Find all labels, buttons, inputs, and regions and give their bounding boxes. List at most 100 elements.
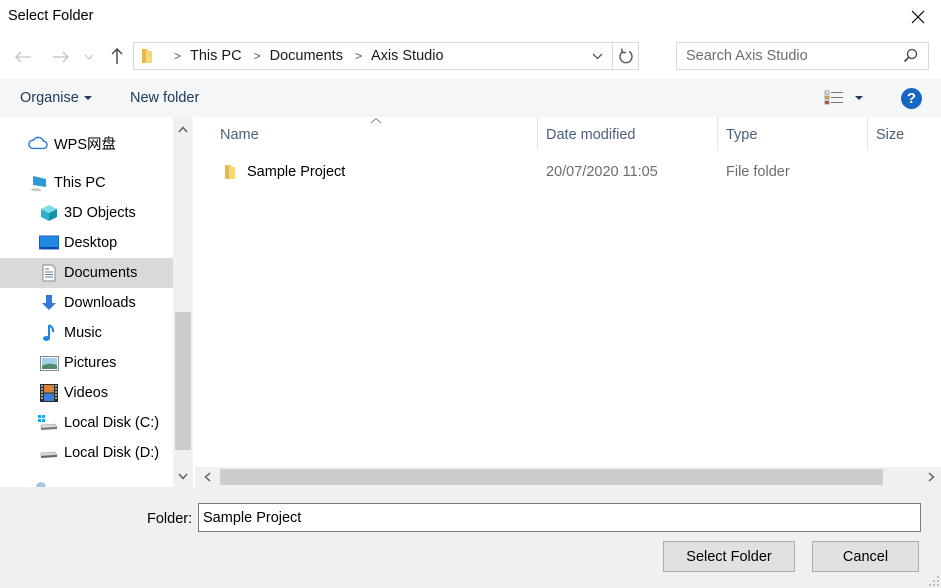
scrollbar-thumb[interactable]	[220, 469, 883, 485]
column-header-date-modified[interactable]: Date modified	[546, 127, 635, 143]
search-input[interactable]: Search Axis Studio	[676, 42, 929, 70]
cancel-button[interactable]: Cancel	[812, 541, 919, 572]
command-bar: Organise New folder	[0, 79, 941, 117]
sidebar-label: Local Disk (D:)	[64, 445, 160, 461]
breadcrumb-separator-icon: >	[174, 49, 182, 63]
column-header-name[interactable]: Name	[220, 127, 259, 143]
view-options-dropdown-icon[interactable]	[855, 96, 863, 100]
music-icon	[39, 323, 59, 343]
dialog-footer: Folder: Select Folder Cancel	[0, 487, 941, 588]
file-list: Name Date modified Type Size Sample Proj…	[195, 117, 941, 467]
chevron-left-icon	[203, 472, 210, 482]
address-dropdown-button[interactable]	[586, 43, 608, 69]
help-button[interactable]: ?	[901, 88, 922, 109]
chevron-down-icon	[84, 54, 94, 60]
file-name: Sample Project	[247, 164, 346, 180]
arrow-left-icon	[15, 51, 31, 63]
chevron-down-icon	[178, 473, 188, 480]
scrollbar-thumb[interactable]	[175, 312, 191, 450]
scroll-right-button[interactable]	[921, 467, 941, 487]
sidebar-item-downloads[interactable]: Downloads	[0, 288, 173, 318]
file-row[interactable]: Sample Project 20/07/2020 11:05 File fol…	[195, 157, 941, 187]
sidebar-item-this-pc[interactable]: This PC	[0, 168, 173, 198]
breadcrumb-documents[interactable]: Documents	[270, 48, 343, 64]
close-icon	[911, 10, 925, 24]
download-icon	[39, 293, 59, 313]
breadcrumb: > This PC > Documents > Axis Studio	[162, 43, 444, 69]
sidebar-label: Pictures	[64, 355, 117, 371]
up-button[interactable]	[107, 46, 127, 66]
scroll-left-button[interactable]	[197, 467, 217, 487]
folder-label: Folder:	[147, 511, 193, 527]
sidebar-item-documents[interactable]: Documents	[0, 258, 173, 288]
folder-name-input[interactable]	[198, 503, 921, 532]
arrow-right-icon	[53, 51, 69, 63]
desktop-icon	[39, 233, 59, 253]
forward-button[interactable]	[51, 47, 71, 67]
back-button[interactable]	[13, 47, 33, 67]
picture-icon	[39, 353, 59, 373]
column-divider[interactable]	[717, 117, 718, 150]
scroll-down-button[interactable]	[173, 466, 193, 486]
sidebar-item-local-disk-c[interactable]: Local Disk (C:)	[0, 408, 173, 438]
search-placeholder: Search Axis Studio	[686, 48, 808, 64]
chevron-right-icon	[928, 472, 935, 482]
scroll-up-button[interactable]	[173, 119, 193, 139]
navigation-pane: WPS网盘 This PC 3D Objects Desktop Documen…	[0, 117, 173, 487]
column-divider[interactable]	[537, 117, 538, 150]
sidebar-item-videos[interactable]: Videos	[0, 378, 173, 408]
sidebar-label: Music	[64, 325, 102, 341]
sidebar-item-desktop[interactable]: Desktop	[0, 228, 173, 258]
column-header-size[interactable]: Size	[876, 127, 904, 143]
sidebar-label: Local Disk (C:)	[64, 415, 160, 431]
organise-menu-button[interactable]: Organise	[20, 90, 92, 106]
address-bar[interactable]: > This PC > Documents > Axis Studio	[133, 42, 639, 70]
organise-label: Organise	[20, 90, 79, 106]
sidebar-label: Desktop	[64, 235, 118, 251]
chevron-up-icon	[178, 125, 188, 132]
view-details-icon[interactable]	[824, 90, 844, 106]
sidebar-label: Documents	[64, 265, 138, 281]
document-icon	[39, 263, 59, 283]
column-divider[interactable]	[867, 117, 868, 150]
folder-icon	[142, 49, 152, 63]
title-bar: Select Folder	[0, 0, 941, 34]
refresh-button[interactable]	[612, 43, 638, 69]
sidebar-item-wps-cloud[interactable]: WPS网盘	[0, 128, 173, 158]
sidebar-item-pictures[interactable]: Pictures	[0, 348, 173, 378]
breadcrumb-separator-icon: >	[253, 49, 261, 63]
breadcrumb-separator-icon: >	[354, 49, 362, 63]
computer-icon	[30, 173, 50, 193]
chevron-down-icon	[592, 53, 602, 59]
arrow-up-icon	[111, 48, 123, 64]
caret-down-icon	[83, 96, 92, 101]
column-header-type[interactable]: Type	[726, 127, 757, 143]
sort-ascending-icon	[370, 117, 382, 124]
cube-icon	[39, 203, 59, 223]
video-icon	[39, 383, 59, 403]
resize-grip-icon[interactable]	[929, 576, 939, 586]
file-date-modified: 20/07/2020 11:05	[546, 164, 658, 180]
sidebar-item-local-disk-d[interactable]: Local Disk (D:)	[0, 438, 173, 468]
sidebar-label: 3D Objects	[64, 205, 136, 221]
window-title: Select Folder	[8, 8, 94, 24]
new-folder-button[interactable]: New folder	[130, 90, 199, 106]
sidebar-label: Downloads	[64, 295, 136, 311]
drive-icon	[38, 443, 58, 463]
file-type: File folder	[726, 164, 790, 180]
sidebar-item-music[interactable]: Music	[0, 318, 173, 348]
breadcrumb-axis-studio[interactable]: Axis Studio	[371, 48, 444, 64]
sidebar-label: Videos	[64, 385, 109, 401]
recent-locations-button[interactable]	[82, 47, 96, 67]
select-folder-button[interactable]: Select Folder	[663, 541, 795, 572]
system-drive-icon	[38, 413, 58, 433]
folder-icon	[225, 165, 235, 179]
file-list-horizontal-scrollbar[interactable]	[195, 467, 941, 487]
search-icon[interactable]	[903, 48, 918, 63]
breadcrumb-this-pc[interactable]: This PC	[190, 48, 242, 64]
close-button[interactable]	[895, 0, 941, 34]
sidebar-item-3d-objects[interactable]: 3D Objects	[0, 198, 173, 228]
sidebar-label: This PC	[54, 175, 106, 191]
sidebar-scrollbar[interactable]	[173, 117, 193, 487]
refresh-icon	[618, 48, 633, 64]
